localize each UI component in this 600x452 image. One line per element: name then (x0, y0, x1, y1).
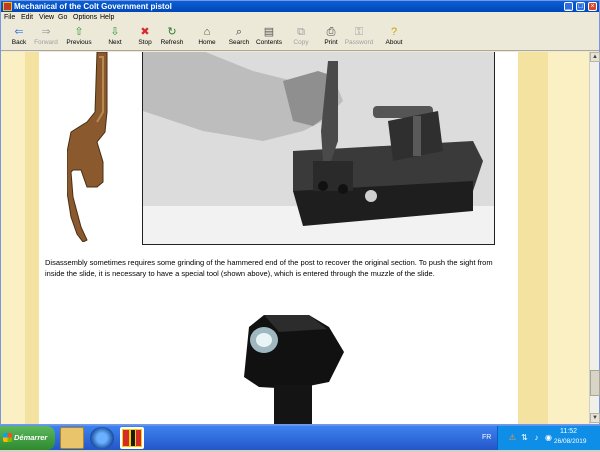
title-bar[interactable]: Mechanical of the Colt Government pistol… (1, 1, 599, 12)
language-indicator[interactable]: FR (482, 426, 491, 450)
taskbar: Démarrer FR ⚠ ⇅ ♪ ◉ 11:52 26/08/2019 (0, 425, 600, 450)
vertical-scrollbar[interactable]: ▲ ▼ (589, 52, 600, 424)
tool-photo (142, 52, 495, 245)
left-margin (1, 52, 39, 424)
home-icon: ⌂ (203, 26, 211, 38)
about-button[interactable]: ? About (376, 26, 412, 50)
copy-icon: ⧉ (297, 26, 305, 38)
close-button[interactable]: × (588, 2, 597, 11)
print-icon: ⎙ (326, 26, 336, 38)
start-label: Démarrer (14, 433, 48, 442)
windows-logo-icon (3, 433, 12, 442)
menu-bar: File Edit View Go Options Help (1, 12, 599, 24)
volume-icon[interactable]: ♪ (532, 433, 541, 442)
scroll-down-arrow-icon[interactable]: ▼ (590, 413, 600, 423)
toolbar-label: Contents (255, 39, 283, 46)
menu-file[interactable]: File (4, 12, 15, 24)
toolbar-label: Refresh (160, 39, 184, 46)
key-icon: ⚿ (354, 26, 364, 38)
toolbar-label: Forward (34, 39, 58, 46)
menu-options[interactable]: Options (73, 12, 97, 24)
arrow-left-icon: ⇐ (14, 26, 24, 38)
clock-time[interactable]: 11:52 (560, 428, 577, 435)
stop-icon: ✖ (140, 26, 150, 38)
help-icon: ? (390, 26, 398, 38)
front-sight-photo (244, 315, 344, 424)
arrow-down-icon: ⇩ (110, 26, 120, 38)
warning-icon[interactable]: ⚠ (508, 433, 517, 442)
menu-help[interactable]: Help (100, 12, 114, 24)
arrow-right-icon: ⇒ (41, 26, 51, 38)
toolbar-label: Home (198, 39, 216, 46)
arrow-up-icon: ⇧ (74, 26, 84, 38)
browser-icon[interactable] (90, 427, 114, 449)
start-button[interactable]: Démarrer (0, 426, 55, 450)
security-icon[interactable]: ◉ (544, 433, 553, 442)
slide-photo (67, 52, 108, 242)
menu-edit[interactable]: Edit (21, 12, 33, 24)
window-title: Mechanical of the Colt Government pistol (14, 2, 172, 11)
forward-button[interactable]: ⇒ Forward (28, 26, 64, 50)
scroll-up-arrow-icon[interactable]: ▲ (590, 52, 600, 62)
system-tray: ⚠ ⇅ ♪ ◉ 11:52 26/08/2019 (497, 426, 600, 450)
toolbar-label: About (385, 39, 403, 46)
content-area: Disassembly sometimes requires some grin… (1, 52, 589, 424)
folder-icon[interactable] (60, 427, 84, 449)
description-paragraph: Disassembly sometimes requires some grin… (45, 258, 493, 278)
app-icon (3, 2, 12, 11)
toolbar-label: Password (344, 39, 374, 46)
network-icon[interactable]: ⇅ (520, 433, 529, 442)
contents-icon: ▤ (263, 26, 275, 38)
menu-go[interactable]: Go (58, 12, 67, 24)
toolbar-label: Previous (66, 39, 92, 46)
contents-button[interactable]: ▤ Contents (251, 26, 287, 50)
search-icon: ⌕ (235, 26, 243, 38)
refresh-icon: ↻ (167, 26, 177, 38)
password-button[interactable]: ⚿ Password (341, 26, 377, 50)
right-margin (518, 52, 589, 424)
scroll-thumb[interactable] (590, 370, 600, 396)
maximize-button[interactable]: □ (576, 2, 585, 11)
previous-button[interactable]: ⇧ Previous (61, 26, 97, 50)
minimize-button[interactable]: _ (564, 2, 573, 11)
home-button[interactable]: ⌂ Home (189, 26, 225, 50)
menu-view[interactable]: View (39, 12, 54, 24)
clock-date[interactable]: 26/08/2019 (554, 438, 587, 445)
toolbar: ⇐ Back ⇒ Forward ⇧ Previous ⇩ Next ✖ Stop ↻ Refresh… (1, 24, 599, 51)
app-window: Mechanical of the Colt Government pistol… (0, 0, 600, 425)
refresh-button[interactable]: ↻ Refresh (154, 26, 190, 50)
page-body: Disassembly sometimes requires some grin… (39, 52, 518, 424)
app-taskbar-icon[interactable] (120, 427, 144, 449)
